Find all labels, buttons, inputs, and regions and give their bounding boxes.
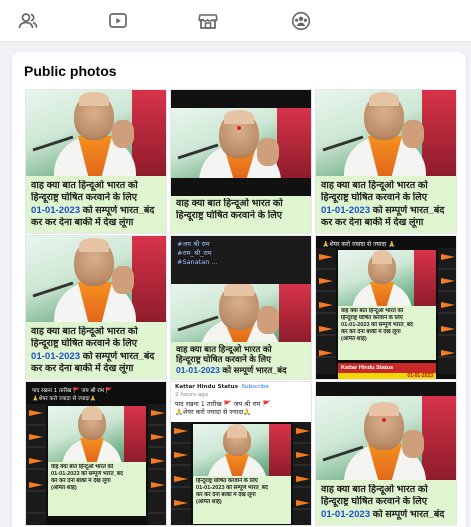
groups-icon — [291, 11, 311, 31]
collage-header: पाद रखना 1 तारीख 🚩 जय श्री राम 🚩 — [32, 388, 113, 394]
status-label: Kattar Hindu Status — [338, 363, 436, 373]
photo-portrait — [26, 90, 166, 176]
collage-poster: हिन्दूराष्ट्र घोषित करवाने के लिए 01-01-… — [193, 424, 291, 524]
people-icon — [18, 13, 38, 29]
shared-poster: वाह क्या बात हिन्दूओ भारत को हिन्दूराष्ट… — [171, 284, 311, 379]
collage-header: 🙏शेयर करो ज्यादा से ज्यादा 🙏 — [322, 241, 396, 248]
photo-tile[interactable]: 🙏शेयर करो ज्यादा से ज्यादा 🙏 वाह क्या बा… — [315, 235, 457, 380]
photo-tile[interactable]: #जय श्री राम #राम_श्री_राम #Sanatan ... … — [170, 235, 312, 380]
post-image: हिन्दूराष्ट्र घोषित करवाने के लिए 01-01-… — [171, 422, 311, 525]
public-photos-card: Public photos वाह क्या बात हिन्दूओ भारत … — [12, 52, 466, 527]
marketplace-icon — [198, 14, 218, 29]
photo-caption: हिन्दूराष्ट्र घोषित करवाने के लिए 01-01-… — [193, 476, 291, 524]
status-date: 01-01-2023 — [338, 373, 436, 379]
photo-portrait — [171, 284, 311, 342]
photo-caption: वाह क्या बात हिन्दूओ भारत को हिन्दूराष्ट… — [316, 480, 456, 525]
photo-caption: वाह क्या बात हिन्दूओ भारत को हिन्दूराष्ट… — [26, 176, 166, 233]
share-hashtags: #जय श्री राम #राम_श्री_राम #Sanatan ... — [177, 240, 218, 266]
photo-portrait — [316, 396, 456, 480]
photo-caption: वाह क्या बात हिन्दूओ भारत को 01-01-2023 … — [48, 462, 146, 516]
post-header: Kattar Hindu Status· Subscribe 2 hours a… — [175, 384, 269, 398]
photo-portrait — [316, 90, 456, 176]
collage-subheader: 🙏शेयर करो ज्यादा से ज्यादा🙏 — [32, 396, 97, 402]
collage-poster: वाह क्या बात हिन्दूओ भारत को 01-01-2023 … — [48, 406, 146, 516]
photo-portrait — [338, 250, 436, 306]
photo-tile[interactable]: वाह क्या बात हिन्दूओ भारत को हिन्दूराष्ट… — [315, 89, 457, 234]
collage-poster: वाह क्या बात हिन्दूओ भारत को हिन्दूराष्ट… — [338, 250, 436, 360]
photo-tile[interactable]: वाह क्या बात हिन्दूओ भारत को हिन्दूराष्ट… — [25, 235, 167, 380]
photo-tile[interactable]: Kattar Hindu Status· Subscribe 2 hours a… — [170, 381, 312, 526]
tab-groups[interactable] — [281, 0, 321, 42]
video-icon — [109, 13, 127, 28]
photo-caption: वाह क्या बात हिन्दूओ भारत को हिन्दूराष्ट… — [26, 322, 166, 379]
photo-tile[interactable]: पाद रखना 1 तारीख 🚩 जय श्री राम 🚩 🙏शेयर क… — [25, 381, 167, 526]
photo-portrait — [193, 424, 291, 476]
tab-video[interactable] — [98, 0, 138, 42]
photo-caption: वाह क्या बात हिन्दूओ भारत को हिन्दूराष्ट… — [338, 306, 436, 360]
tab-friends[interactable] — [8, 0, 48, 42]
section-title: Public photos — [24, 63, 117, 79]
tab-marketplace[interactable] — [188, 0, 228, 42]
photo-caption: वाह क्या बात हिन्दूओ भारत को हिन्दूराष्ट… — [316, 176, 456, 233]
post-text: पाद रखना 1 तारीख 🚩 जय श्री राम 🚩 🙏शेयर क… — [175, 400, 271, 417]
photo-tile[interactable]: वाह क्या बात हिन्दूओ भारत को हिन्दूराष्ट… — [315, 381, 457, 526]
top-navigation — [0, 0, 471, 42]
photo-portrait — [48, 406, 146, 462]
photo-tile[interactable]: वाह क्या बात हिन्दूओ भारत को हिन्दूराष्ट… — [170, 89, 312, 234]
photo-caption: वाह क्या बात हिन्दूओ भारत को हिन्दूराष्ट… — [171, 342, 311, 379]
photo-portrait — [26, 236, 166, 322]
photo-caption: वाह क्या बात हिन्दूओ भारत को हिन्दूराष्ट… — [171, 196, 311, 233]
photo-tile[interactable]: वाह क्या बात हिन्दूओ भारत को हिन्दूराष्ट… — [25, 89, 167, 234]
photo-portrait — [171, 108, 311, 178]
